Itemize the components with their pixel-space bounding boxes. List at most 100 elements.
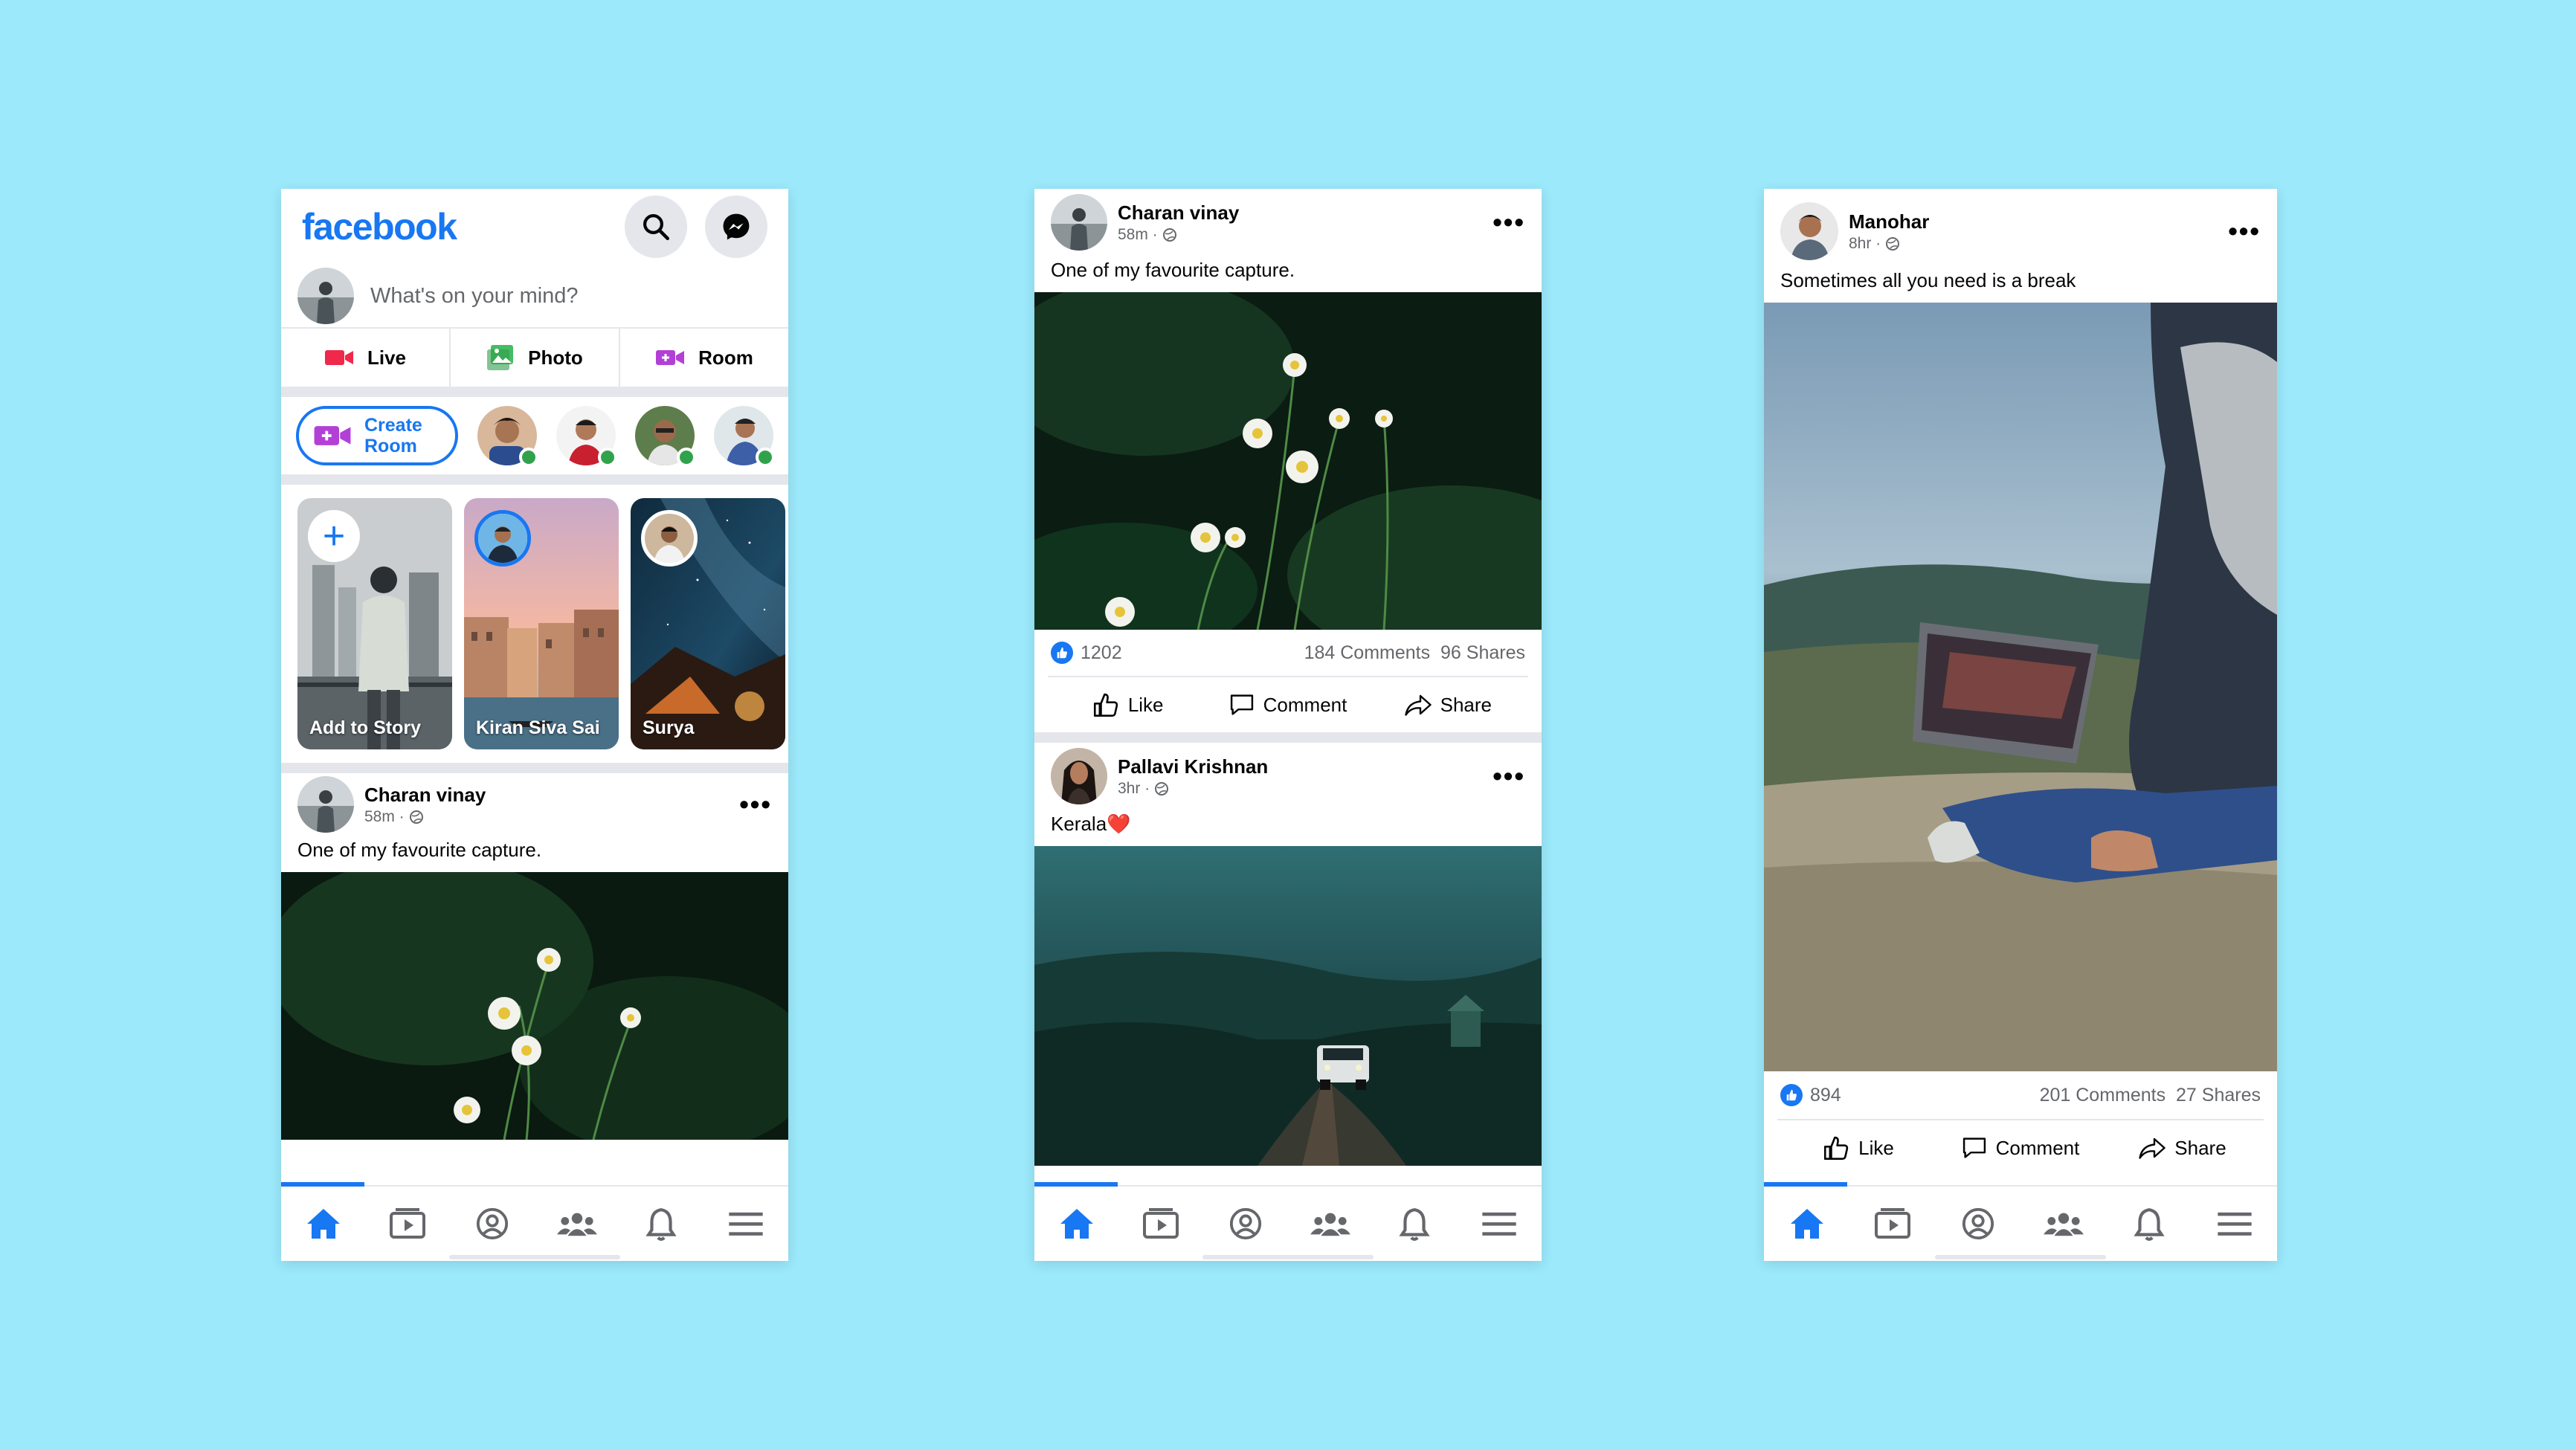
photo-button[interactable]: Photo [451, 329, 620, 387]
post-author-avatar[interactable] [1051, 194, 1107, 251]
add-story-plus-icon[interactable]: + [308, 510, 360, 562]
search-button[interactable] [625, 196, 687, 258]
nav-groups[interactable] [1308, 1201, 1353, 1246]
post-author-name[interactable]: Manohar [1849, 210, 2228, 233]
groups-icon [2043, 1213, 2084, 1236]
comment-button[interactable]: Comment [1208, 677, 1368, 732]
post-stats: 894 201 Comments 27 Shares [1764, 1071, 2277, 1119]
post-author-name[interactable]: Charan vinay [1118, 201, 1493, 225]
nav-home[interactable] [1054, 1201, 1099, 1246]
more-options-icon[interactable]: ••• [1493, 207, 1525, 238]
nav-menu[interactable] [1477, 1201, 1522, 1246]
feed-post: Charan vinay 58m · ••• One of my favouri… [1034, 189, 1542, 732]
menu-icon [729, 1212, 763, 1236]
composer-prompt[interactable]: What's on your mind? [370, 284, 579, 309]
post-header: Pallavi Krishnan 3hr · ••• [1034, 743, 1542, 810]
bell-icon [2133, 1208, 2165, 1241]
menu-icon [1482, 1212, 1516, 1236]
nav-watch[interactable] [1870, 1201, 1915, 1246]
post-time: 8hr · [1849, 234, 1881, 252]
comment-label: Comment [1263, 693, 1347, 716]
divider [1034, 732, 1542, 743]
globe-icon [409, 810, 423, 824]
profile-icon [477, 1207, 509, 1240]
search-icon [643, 214, 670, 241]
composer-actions: Live Photo Room [281, 327, 788, 387]
story-card[interactable]: Kiran Siva Sai [464, 498, 619, 749]
post-image[interactable] [281, 872, 788, 1140]
rooms-row: Create Room [281, 397, 788, 474]
messenger-button[interactable] [705, 196, 767, 258]
nav-watch[interactable] [1139, 1201, 1183, 1246]
active-tab-indicator [281, 1182, 364, 1187]
nav-menu[interactable] [2212, 1201, 2257, 1246]
bottom-navigation [281, 1182, 788, 1261]
live-button[interactable]: Live [281, 329, 451, 387]
create-room-button[interactable]: Create Room [296, 406, 458, 465]
facebook-logo[interactable]: facebook [302, 205, 457, 248]
more-options-icon[interactable]: ••• [1493, 761, 1525, 792]
more-options-icon[interactable]: ••• [739, 789, 772, 820]
active-tab-indicator [1764, 1182, 1847, 1187]
post-time: 58m · [1118, 225, 1158, 243]
nav-profile[interactable] [1956, 1201, 2000, 1246]
nav-profile[interactable] [1223, 1201, 1268, 1246]
nav-profile[interactable] [470, 1201, 515, 1246]
comment-count[interactable]: 184 Comments [1304, 642, 1431, 663]
post-image[interactable] [1764, 303, 2277, 1071]
user-avatar[interactable] [297, 268, 354, 324]
comment-button[interactable]: Comment [1939, 1120, 2102, 1175]
video-camera-icon [324, 350, 353, 365]
comment-count[interactable]: 201 Comments [2040, 1085, 2166, 1106]
profile-icon [1230, 1207, 1262, 1240]
like-badge-icon [1051, 642, 1073, 664]
story-card[interactable]: Surya [631, 498, 785, 749]
nav-watch[interactable] [385, 1201, 430, 1246]
nav-groups[interactable] [2041, 1201, 2086, 1246]
post-author-name[interactable]: Pallavi Krishnan [1118, 755, 1493, 778]
nav-home[interactable] [301, 1201, 346, 1246]
bottom-navigation [1034, 1182, 1542, 1261]
share-count[interactable]: 96 Shares [1440, 642, 1525, 663]
post-image[interactable] [1034, 846, 1542, 1166]
story-card-add[interactable]: + Add to Story [297, 498, 452, 749]
online-friend-avatar[interactable] [635, 406, 696, 467]
nav-groups[interactable] [555, 1201, 599, 1246]
photo-icon [487, 345, 514, 370]
post-image[interactable] [1034, 292, 1542, 630]
nav-home[interactable] [1785, 1201, 1829, 1246]
online-friend-avatar[interactable] [556, 406, 617, 467]
post-author-avatar[interactable] [297, 776, 354, 833]
share-button[interactable]: Share [2102, 1120, 2264, 1175]
nav-notifications[interactable] [2127, 1201, 2171, 1246]
post-author-avatar[interactable] [1051, 748, 1107, 804]
nav-notifications[interactable] [639, 1201, 683, 1246]
watch-icon [1874, 1208, 1910, 1239]
more-options-icon[interactable]: ••• [2228, 216, 2261, 247]
post-caption: Sometimes all you need is a break [1780, 269, 2076, 291]
globe-icon [1155, 781, 1169, 796]
story-name: Kiran Siva Sai [476, 717, 600, 738]
post-actions: Like Comment Share [1048, 676, 1528, 732]
share-count[interactable]: 27 Shares [2176, 1085, 2261, 1106]
nav-menu[interactable] [724, 1201, 768, 1246]
nav-notifications[interactable] [1392, 1201, 1437, 1246]
online-friend-avatar[interactable] [714, 406, 775, 467]
create-room-label-1: Create [364, 415, 422, 436]
like-count[interactable]: 1202 [1081, 642, 1122, 664]
globe-icon [1886, 236, 1900, 251]
like-button[interactable]: Like [1048, 677, 1208, 732]
post-composer[interactable]: What's on your mind? [281, 265, 788, 327]
online-status-dot [598, 448, 617, 467]
like-button[interactable]: Like [1777, 1120, 1939, 1175]
online-friend-avatar[interactable] [477, 406, 538, 467]
share-button[interactable]: Share [1368, 677, 1528, 732]
post-caption: Kerala❤️ [1051, 813, 1131, 835]
post-caption: One of my favourite capture. [297, 839, 542, 861]
post-author-name[interactable]: Charan vinay [364, 784, 739, 807]
active-tab-indicator [1034, 1182, 1118, 1187]
room-button[interactable]: Room [620, 329, 788, 387]
comment-icon [1962, 1137, 1986, 1158]
like-count[interactable]: 894 [1810, 1085, 1841, 1106]
post-author-avatar[interactable] [1780, 202, 1838, 260]
